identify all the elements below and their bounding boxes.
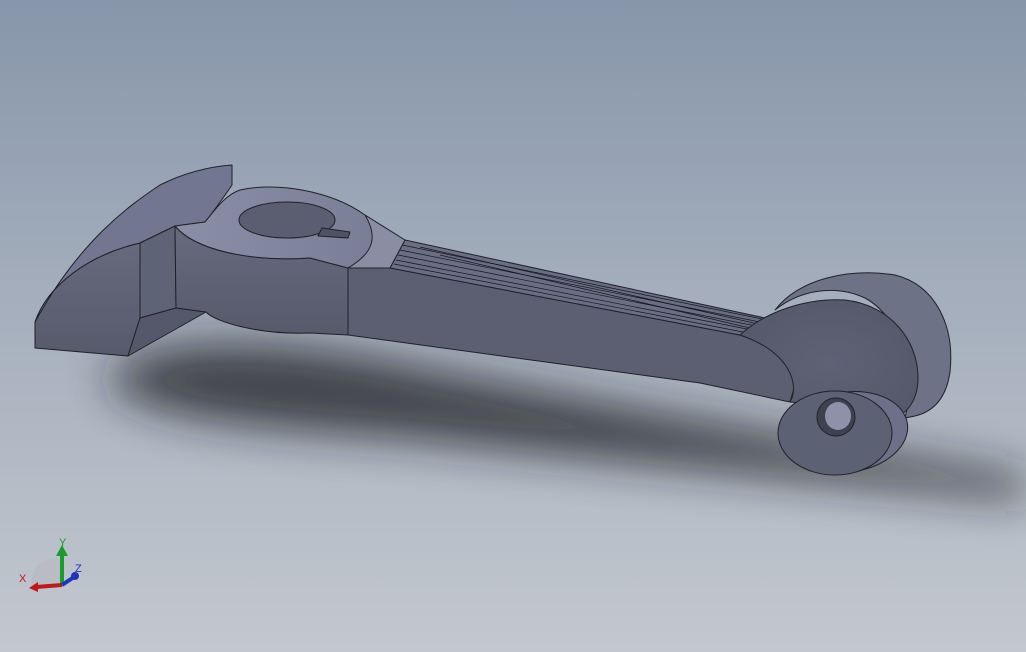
eye-hole-inner xyxy=(825,402,851,430)
model-scene[interactable]: X Y Z xyxy=(0,0,1026,652)
reference-triad[interactable]: X Y Z xyxy=(19,537,82,592)
triad-z-label: Z xyxy=(75,563,82,575)
triad-base xyxy=(31,559,62,585)
triad-x-axis xyxy=(35,583,63,589)
triad-x-label: X xyxy=(19,573,27,585)
graphics-viewport[interactable]: X Y Z xyxy=(0,0,1026,652)
triad-y-label: Y xyxy=(59,537,67,549)
